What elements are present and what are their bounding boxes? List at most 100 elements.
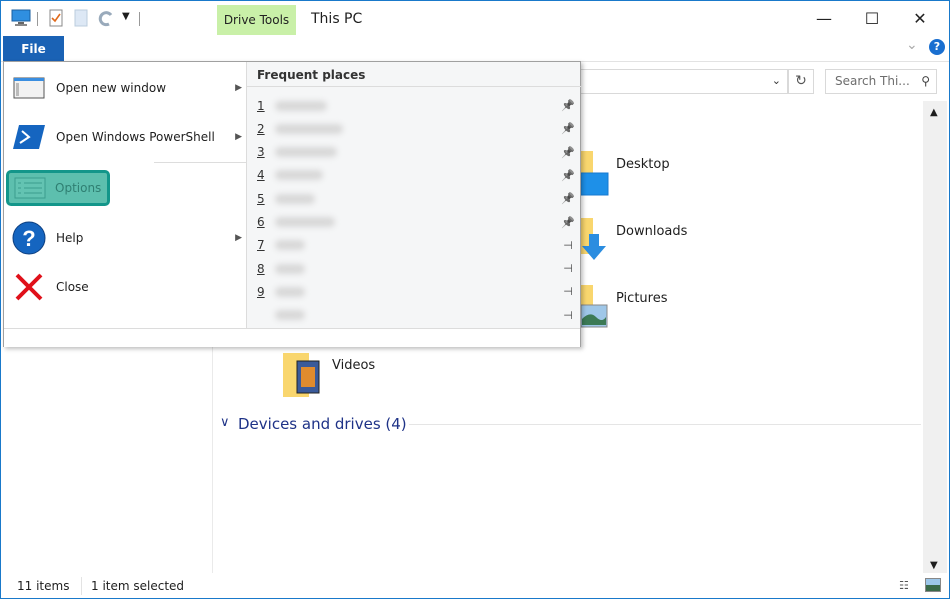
powershell-icon (12, 120, 46, 154)
menu-item-label: Open new window (56, 81, 167, 95)
folder-label[interactable]: Pictures (616, 291, 667, 306)
pictures-folder-icon[interactable] (580, 285, 609, 334)
chevron-down-icon[interactable]: ⌄ (772, 74, 781, 87)
divider (247, 86, 581, 87)
blurred-place-name (275, 193, 315, 204)
refresh-button[interactable]: ↻ (788, 69, 814, 94)
svg-text:?: ? (22, 226, 35, 251)
separator (139, 12, 140, 26)
desktop-folder-icon[interactable] (580, 151, 609, 200)
tab-drive-tools[interactable]: Drive Tools (217, 5, 296, 35)
blurred-place-name (275, 240, 305, 251)
blurred-place-name (275, 147, 337, 158)
maximize-button[interactable]: ☐ (857, 9, 887, 28)
frequent-place-number: 3 (257, 145, 265, 160)
frequent-place-item[interactable]: 5 📌 (257, 187, 575, 210)
folder-label[interactable]: Desktop (616, 157, 670, 172)
frequent-place-number: 5 (257, 191, 265, 206)
help-icon[interactable]: ? (929, 39, 945, 55)
menu-item-label: Options (55, 181, 102, 195)
videos-folder-icon[interactable] (281, 351, 323, 402)
close-icon (12, 270, 46, 304)
large-icons-view-icon[interactable] (925, 578, 941, 592)
menu-item-close[interactable]: Close (12, 267, 242, 307)
separator (37, 12, 38, 26)
frequent-place-number: 1 (257, 98, 265, 113)
submenu-arrow-icon: ▶ (235, 132, 242, 142)
options-icon (13, 171, 47, 205)
pin-icon[interactable]: ⊣ (561, 309, 575, 322)
expand-ribbon-icon[interactable]: ⌄ (906, 37, 918, 53)
new-window-icon (12, 71, 46, 105)
menu-item-open-new-window[interactable]: Open new window ▶ (12, 68, 242, 108)
submenu-arrow-icon: ▶ (235, 83, 242, 93)
scroll-down-icon[interactable]: ▼ (930, 560, 938, 571)
pin-icon[interactable]: ⊣ (561, 262, 575, 275)
undo-icon[interactable] (98, 9, 114, 27)
explorer-window: ▼ Drive Tools This PC — ☐ ✕ ⌄ ? File ⌄ ↻… (0, 0, 950, 599)
close-window-button[interactable]: ✕ (905, 9, 935, 28)
pinned-icon[interactable]: 📌 (561, 169, 575, 182)
blurred-place-name (275, 286, 305, 297)
ribbon-tabs: ⌄ ? (1, 35, 949, 62)
blurred-place-name (275, 170, 323, 181)
blurred-place-name (275, 123, 343, 134)
frequent-place-item[interactable]: 1 📌 (257, 94, 575, 117)
frequent-place-item[interactable]: 7 ⊣ (257, 234, 575, 257)
frequent-place-item[interactable]: 8 ⊣ (257, 257, 575, 280)
pinned-icon[interactable]: 📌 (561, 192, 575, 205)
frequent-place-item[interactable]: 9 ⊣ (257, 280, 575, 303)
tab-file[interactable]: File (3, 36, 64, 62)
frequent-place-item[interactable]: 6 📌 (257, 211, 575, 234)
pinned-icon[interactable]: 📌 (561, 146, 575, 159)
blurred-place-name (275, 310, 305, 321)
menu-item-label: Help (56, 231, 84, 245)
menu-item-open-powershell[interactable]: Open Windows PowerShell ▶ (12, 117, 242, 157)
frequent-place-item[interactable]: 3 📌 (257, 141, 575, 164)
collapse-chevron-icon[interactable]: ∨ (220, 415, 230, 430)
pinned-icon[interactable]: 📌 (561, 122, 575, 135)
frequent-place-number: 6 (257, 215, 265, 229)
pinned-icon[interactable]: 📌 (561, 99, 575, 112)
file-menu-commands: Open new window ▶ Open Windows PowerShel… (4, 62, 246, 328)
menu-item-help[interactable]: ? Help ▶ (12, 218, 242, 258)
file-menu-footer (4, 328, 580, 347)
pin-icon[interactable]: ⊣ (561, 285, 575, 298)
devices-section-header[interactable]: Devices and drives (4) (238, 415, 407, 433)
search-input[interactable]: Search Thi... ⚲ (825, 69, 937, 94)
blurred-place-name (275, 217, 335, 227)
vertical-scrollbar[interactable]: ▲ ▼ (923, 101, 947, 573)
frequent-place-number: 8 (257, 261, 265, 276)
search-placeholder: Search Thi... (835, 74, 910, 88)
divider (81, 577, 82, 595)
folder-label[interactable]: Videos (332, 358, 375, 373)
this-pc-icon (11, 9, 31, 27)
new-folder-icon[interactable] (74, 9, 88, 27)
address-bar[interactable]: ⌄ (581, 69, 788, 94)
help-icon: ? (12, 221, 46, 255)
menu-item-label: Close (56, 280, 89, 294)
folder-label[interactable]: Downloads (616, 224, 687, 239)
pin-icon[interactable]: ⊣ (561, 239, 575, 252)
customize-quick-access-icon[interactable]: ▼ (122, 11, 130, 22)
window-title: This PC (311, 11, 363, 27)
details-view-icon[interactable]: ☷ (899, 579, 909, 592)
submenu-arrow-icon: ▶ (235, 233, 242, 243)
frequent-place-item[interactable]: 2 📌 (257, 117, 575, 140)
status-selection: 1 item selected (91, 579, 185, 593)
divider (154, 162, 246, 163)
menu-item-options[interactable]: Options (6, 170, 110, 206)
properties-icon[interactable] (49, 9, 63, 27)
status-item-count: 11 items (17, 579, 70, 593)
pinned-icon[interactable]: 📌 (561, 216, 575, 229)
scroll-up-icon[interactable]: ▲ (930, 107, 938, 118)
blurred-place-name (275, 263, 305, 274)
frequent-places-title: Frequent places (257, 68, 366, 82)
minimize-button[interactable]: — (809, 9, 839, 28)
frequent-place-number: 7 (257, 238, 265, 253)
downloads-folder-icon[interactable] (581, 218, 609, 267)
menu-item-label: Open Windows PowerShell (56, 130, 215, 144)
title-bar: ▼ Drive Tools This PC — ☐ ✕ (1, 1, 949, 35)
frequent-place-item[interactable]: 4 📌 (257, 164, 575, 187)
frequent-place-item[interactable]: ⊣ (257, 304, 575, 327)
